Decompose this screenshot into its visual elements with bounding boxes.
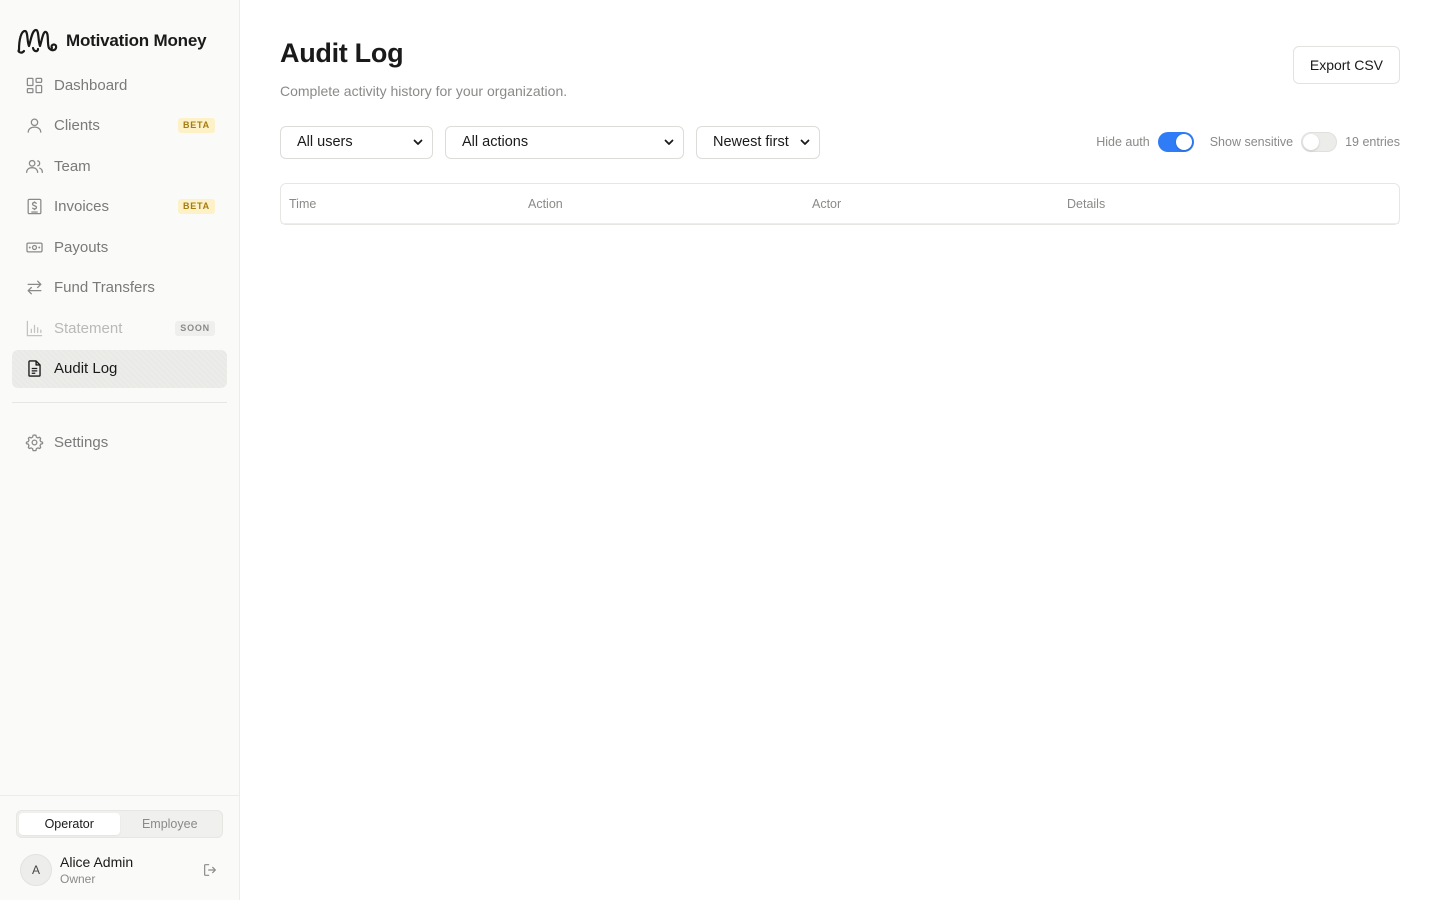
file-text-icon bbox=[24, 359, 44, 379]
filter-bar: All users All actions Newest first Hide … bbox=[280, 125, 1400, 159]
bar-chart-icon bbox=[24, 318, 44, 338]
user-icon bbox=[24, 116, 44, 136]
filter-toggles: Hide auth Show sensitive 19 entries bbox=[1096, 132, 1400, 152]
role-toggle: Operator Employee bbox=[16, 810, 223, 838]
grid-icon bbox=[24, 75, 44, 95]
user-info: Alice Admin Owner bbox=[60, 854, 199, 886]
sidebar-item-label: Statement bbox=[54, 319, 123, 337]
users-icon bbox=[24, 156, 44, 176]
nav-divider bbox=[12, 402, 227, 403]
table-header: Time Action Actor Details bbox=[281, 184, 1399, 224]
sidebar-item-label: Settings bbox=[54, 433, 109, 451]
sidebar: Motivation Money Dashboard Clients BETA bbox=[0, 0, 240, 900]
sidebar-nav-secondary: Settings bbox=[0, 423, 239, 464]
chevron-down-icon bbox=[412, 136, 424, 148]
avatar: A bbox=[20, 854, 52, 886]
export-csv-button[interactable]: Export CSV bbox=[1292, 46, 1400, 84]
user-name: Alice Admin bbox=[60, 854, 134, 870]
page-subtitle: Complete activity history for your organ… bbox=[280, 83, 568, 99]
entries-count: 19 entries bbox=[1345, 135, 1400, 149]
sidebar-item-team[interactable]: Team bbox=[12, 147, 227, 185]
actions-select[interactable]: All actions bbox=[445, 125, 684, 159]
page-title: Audit Log bbox=[280, 38, 404, 68]
column-header-action[interactable]: Action bbox=[528, 197, 563, 211]
toggle-knob bbox=[1175, 134, 1192, 150]
logout-icon[interactable] bbox=[199, 859, 221, 881]
chevron-down-icon bbox=[663, 136, 675, 148]
brand[interactable]: Motivation Money bbox=[0, 0, 239, 60]
hide-auth-label: Hide auth bbox=[1096, 135, 1150, 149]
audit-table: Time Action Actor Details bbox=[280, 183, 1400, 225]
sidebar-item-clients[interactable]: Clients BETA bbox=[12, 107, 227, 145]
sidebar-item-statement[interactable]: Statement SOON bbox=[12, 309, 227, 347]
sort-select[interactable]: Newest first bbox=[696, 125, 820, 159]
sidebar-item-label: Fund Transfers bbox=[54, 279, 155, 296]
sidebar-item-label: Audit Log bbox=[54, 360, 118, 377]
sidebar-item-label: Team bbox=[54, 157, 91, 175]
mm-logo-icon bbox=[16, 26, 58, 56]
sidebar-item-dashboard[interactable]: Dashboard bbox=[12, 66, 227, 104]
show-sensitive-label: Show sensitive bbox=[1209, 135, 1294, 149]
user-row: A Alice Admin Owner bbox=[16, 854, 223, 886]
users-select-value: All users bbox=[297, 134, 353, 150]
user-role: Owner bbox=[60, 872, 96, 886]
role-employee-option[interactable]: Employee bbox=[120, 813, 221, 835]
sidebar-item-settings[interactable]: Settings bbox=[12, 423, 227, 461]
sidebar-item-payouts[interactable]: Payouts bbox=[12, 228, 227, 266]
sidebar-item-label: Payouts bbox=[54, 238, 109, 256]
sidebar-footer: Operator Employee A Alice Admin Owner bbox=[0, 795, 239, 900]
column-header-actor[interactable]: Actor bbox=[812, 197, 841, 211]
column-header-time[interactable]: Time bbox=[289, 197, 316, 211]
soon-badge: SOON bbox=[175, 320, 215, 336]
sidebar-nav: Dashboard Clients BETA Team Invoices BET… bbox=[0, 60, 239, 390]
sidebar-item-label: Invoices bbox=[54, 198, 110, 215]
gear-icon bbox=[24, 432, 44, 452]
sidebar-item-audit-log[interactable]: Audit Log bbox=[12, 349, 227, 388]
hide-auth-toggle[interactable] bbox=[1157, 132, 1194, 152]
app-root: Motivation Money Dashboard Clients BETA bbox=[0, 0, 1440, 900]
beta-badge: BETA bbox=[177, 199, 215, 214]
show-sensitive-toggle[interactable] bbox=[1301, 132, 1338, 152]
transfer-icon bbox=[24, 278, 44, 298]
sort-select-value: Newest first bbox=[713, 134, 789, 150]
banknote-icon bbox=[24, 237, 44, 257]
page-header: Audit Log Complete activity history for … bbox=[280, 38, 1400, 99]
chevron-down-icon bbox=[799, 136, 811, 148]
actions-select-value: All actions bbox=[462, 134, 529, 150]
column-header-details[interactable]: Details bbox=[1067, 197, 1105, 211]
sidebar-item-label: Clients bbox=[54, 117, 100, 134]
main-content: Audit Log Complete activity history for … bbox=[240, 0, 1440, 900]
sidebar-item-label: Dashboard bbox=[54, 76, 128, 94]
sidebar-item-invoices[interactable]: Invoices BETA bbox=[12, 188, 227, 226]
brand-name: Motivation Money bbox=[66, 31, 207, 50]
role-operator-option[interactable]: Operator bbox=[19, 813, 120, 835]
beta-badge: BETA bbox=[177, 118, 215, 133]
sidebar-item-fund-transfers[interactable]: Fund Transfers bbox=[12, 269, 227, 307]
toggle-knob bbox=[1303, 134, 1320, 150]
invoice-icon bbox=[24, 197, 44, 217]
users-select[interactable]: All users bbox=[280, 125, 433, 159]
